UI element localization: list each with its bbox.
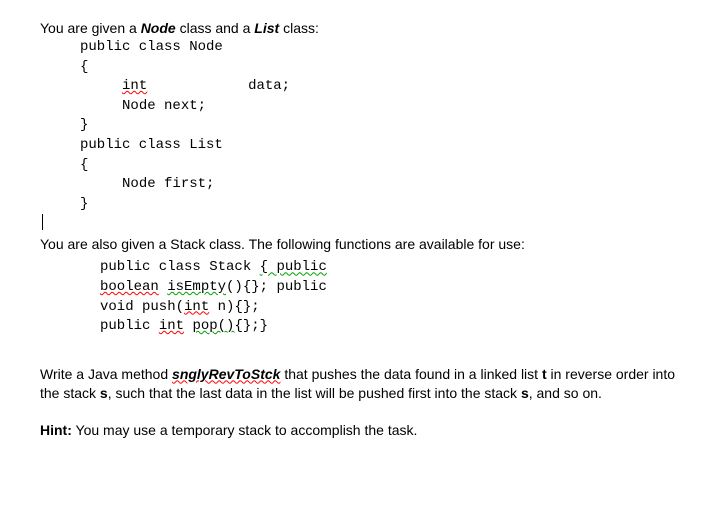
task-body4: , and so on. (529, 385, 602, 401)
task-body1: that pushes the data found in a linked l… (280, 366, 542, 382)
intro-prefix: You are given a (40, 20, 141, 36)
hint-label: Hint: (40, 422, 72, 438)
hint-paragraph: Hint: You may use a temporary stack to a… (40, 422, 685, 438)
task-s: s (100, 385, 108, 401)
code-block-stack: public class Stack { public boolean isEm… (100, 258, 685, 336)
c2-l2b (159, 279, 167, 295)
c2-l4d: pop() (192, 318, 234, 334)
c2-l1a: public class Stack (100, 259, 260, 275)
c2-l2d: (){}; public (226, 279, 327, 295)
node-class-name: Node (141, 20, 176, 36)
cursor-icon (42, 214, 43, 230)
c2-l2c: isEmpty (167, 279, 226, 295)
code1-l6: public class List (80, 137, 223, 153)
c2-l3c: n){}; (209, 299, 259, 315)
code-block-classes: public class Node { int data; Node next;… (80, 38, 685, 214)
mid-paragraph: You are also given a Stack class. The fo… (40, 236, 685, 252)
c2-l2a: boolean (100, 279, 159, 295)
text-cursor-line (40, 214, 685, 230)
task-paragraph: Write a Java method snglyRevToStck that … (40, 365, 685, 404)
task-body3: , such that the last data in the list wi… (108, 385, 521, 401)
hint-text: You may use a temporary stack to accompl… (72, 422, 418, 438)
c2-l3b: int (184, 299, 209, 315)
c2-l4b: int (159, 318, 184, 334)
intro-line: You are given a Node class and a List cl… (40, 20, 685, 36)
c2-l4e: {};} (234, 318, 268, 334)
code1-l2: { (80, 59, 88, 75)
c2-l4a: public (100, 318, 159, 334)
intro-mid: class and a (176, 20, 255, 36)
code1-l9: } (80, 196, 88, 212)
c2-l3a: void push( (100, 299, 184, 315)
code1-data: data; (248, 78, 290, 94)
code1-l5: } (80, 117, 88, 133)
code1-int: int (122, 78, 147, 94)
task-s2: s (521, 385, 529, 401)
code1-l8: Node first; (122, 176, 214, 192)
task-method: snglyRevToStck (172, 366, 280, 382)
c2-l1b: { public (260, 259, 327, 275)
code1-l1: public class Node (80, 39, 223, 55)
code1-l4: Node next; (122, 98, 206, 114)
task-prefix: Write a Java method (40, 366, 172, 382)
list-class-name: List (254, 20, 279, 36)
mid-text: You are also given a Stack class. The fo… (40, 236, 525, 252)
code1-l7: { (80, 157, 88, 173)
intro-suffix: class: (279, 20, 319, 36)
